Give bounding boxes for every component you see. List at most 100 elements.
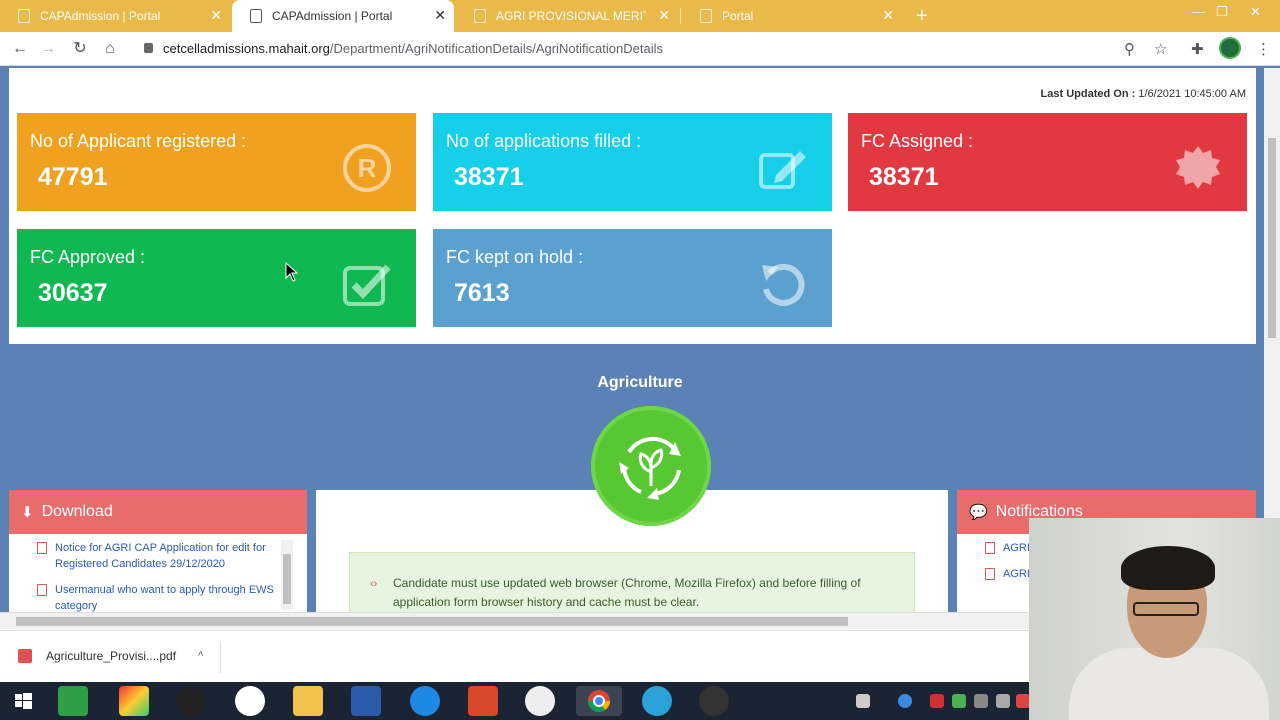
edge-app-icon[interactable]	[642, 686, 672, 716]
page-icon	[474, 9, 486, 23]
url-host: cetcelladmissions.mahait.org	[163, 41, 330, 56]
home-icon[interactable]: ⌂	[99, 38, 121, 60]
download-header: ⬇ Download	[9, 490, 307, 534]
tab-title: Portal	[722, 9, 754, 23]
tab-strip: CAPAdmission | Portal ✕ CAPAdmission | P…	[0, 0, 1280, 32]
edit-icon	[759, 151, 806, 189]
download-link[interactable]: Notice for AGRI CAP Application for edit…	[9, 534, 307, 572]
card-fc-on-hold[interactable]: FC kept on hold : 7613	[433, 229, 832, 327]
last-updated-value: 1/6/2021 10:45:00 AM	[1138, 88, 1246, 100]
browser-tab-1[interactable]: CAPAdmission | Portal ✕	[0, 0, 230, 32]
start-button[interactable]	[8, 686, 38, 716]
browser-tab-2[interactable]: CAPAdmission | Portal ✕	[232, 0, 454, 32]
reload-button[interactable]: ↻	[69, 38, 91, 60]
downloaded-file[interactable]: Agriculture_Provisi....pdf ^	[18, 649, 203, 663]
help-icon[interactable]	[898, 694, 912, 708]
tray-app-icon[interactable]	[974, 694, 988, 708]
powerpoint-app-icon[interactable]	[468, 686, 498, 716]
person-glasses	[1133, 602, 1199, 616]
forward-button[interactable]: →	[37, 38, 59, 60]
download-link-text: Notice for AGRI CAP Application for edit…	[55, 542, 266, 570]
last-updated: Last Updated On : 1/6/2021 10:45:00 AM	[1041, 88, 1246, 100]
card-registered[interactable]: No of Applicant registered : 47791 R	[17, 113, 416, 211]
tab-title: CAPAdmission | Portal	[272, 9, 393, 23]
tray-app-icon[interactable]	[952, 694, 966, 708]
page-icon	[250, 9, 262, 23]
agriculture-logo	[591, 406, 711, 526]
restore-button[interactable]: ❐	[1216, 4, 1228, 20]
chrome-app-icon[interactable]	[576, 686, 622, 716]
back-button[interactable]: ←	[9, 38, 31, 60]
paint-app-icon[interactable]	[119, 686, 149, 716]
card-value: 38371	[869, 163, 939, 191]
pdf-icon	[37, 542, 47, 554]
download-link-text: Usermanual who want to apply through EWS…	[55, 584, 274, 612]
page-icon	[700, 9, 712, 23]
zoom-icon[interactable]: ⚲	[1124, 40, 1135, 58]
bookmark-star-icon[interactable]: ☆	[1154, 40, 1167, 58]
close-tab-icon[interactable]: ✕	[882, 8, 894, 22]
tray-app-icon[interactable]	[930, 694, 944, 708]
registered-icon: R	[343, 144, 391, 192]
camera-app-icon[interactable]	[176, 686, 206, 716]
chevron-up-icon[interactable]: ^	[198, 650, 203, 662]
tab-title: AGRI PROVISIONAL MERIT LIST C	[496, 9, 646, 23]
file-explorer-icon[interactable]	[293, 686, 323, 716]
keyboard-icon[interactable]	[856, 694, 870, 708]
download-heading: Download	[41, 503, 113, 520]
card-value: 30637	[38, 279, 108, 307]
cloud-icon[interactable]	[996, 694, 1010, 708]
notice-box: ‹› Candidate must use updated web browse…	[349, 552, 915, 620]
card-title: FC kept on hold :	[446, 247, 584, 267]
window-close-button[interactable]: ✕	[1250, 4, 1261, 20]
person-hair	[1121, 546, 1215, 590]
extensions-icon[interactable]: ✚	[1191, 40, 1204, 58]
profile-avatar[interactable]	[1219, 37, 1241, 59]
card-fc-assigned[interactable]: FC Assigned : 38371	[848, 113, 1247, 211]
code-icon: ‹›	[370, 578, 378, 590]
card-value: 47791	[38, 163, 108, 191]
pdf-icon	[985, 542, 995, 554]
pen-app-icon[interactable]	[525, 686, 555, 716]
download-scrollbar[interactable]	[281, 540, 293, 610]
pdf-icon	[18, 649, 32, 663]
tab-title: CAPAdmission | Portal	[40, 9, 161, 23]
downloaded-filename: Agriculture_Provisi....pdf	[46, 649, 177, 663]
card-value: 7613	[454, 279, 510, 307]
url-path: /Department/AgriNotificationDetails/Agri…	[329, 41, 663, 56]
word-app-icon[interactable]	[351, 686, 381, 716]
scroll-thumb[interactable]	[16, 617, 848, 626]
notice-text: Candidate must use updated web browser (…	[393, 576, 861, 609]
close-tab-icon[interactable]: ✕	[210, 8, 222, 22]
card-value: 38371	[454, 163, 524, 191]
svg-text:R: R	[358, 153, 377, 183]
minimize-button[interactable]: —	[1192, 4, 1205, 19]
store-app-icon[interactable]	[58, 686, 88, 716]
card-applications-filled[interactable]: No of applications filled : 38371	[433, 113, 832, 211]
internet-explorer-icon[interactable]	[410, 686, 440, 716]
menu-icon[interactable]: ⋮	[1256, 40, 1271, 58]
webcam-overlay	[1029, 518, 1280, 720]
tray-app-icon[interactable]	[1016, 694, 1030, 708]
last-updated-label: Last Updated On :	[1040, 88, 1136, 100]
person-body	[1069, 648, 1269, 720]
new-tab-button[interactable]: +	[916, 6, 928, 26]
obs-app-icon[interactable]	[699, 686, 729, 716]
stats-panel: Last Updated On : 1/6/2021 10:45:00 AM N…	[9, 68, 1256, 344]
card-fc-approved[interactable]: FC Approved : 30637	[17, 229, 416, 327]
lock-icon[interactable]	[144, 43, 153, 53]
recycle-leaf-icon	[619, 436, 681, 500]
download-link[interactable]: Usermanual who want to apply through EWS…	[9, 572, 307, 614]
card-title: No of Applicant registered :	[30, 131, 247, 151]
scroll-thumb[interactable]	[283, 554, 291, 604]
scroll-thumb[interactable]	[1268, 138, 1276, 338]
close-tab-icon[interactable]: ✕	[658, 8, 670, 22]
address-bar[interactable]: cetcelladmissions.mahait.org/Department/…	[163, 41, 663, 56]
browser-tab-4[interactable]: Portal ✕	[682, 0, 902, 32]
close-tab-icon[interactable]: ✕	[434, 8, 446, 22]
card-title: No of applications filled :	[446, 131, 642, 151]
download-icon: ⬇	[21, 504, 34, 521]
pdf-icon	[37, 584, 47, 596]
browser-tab-3[interactable]: AGRI PROVISIONAL MERIT LIST C ✕	[456, 0, 678, 32]
hp-app-icon[interactable]	[235, 686, 265, 716]
